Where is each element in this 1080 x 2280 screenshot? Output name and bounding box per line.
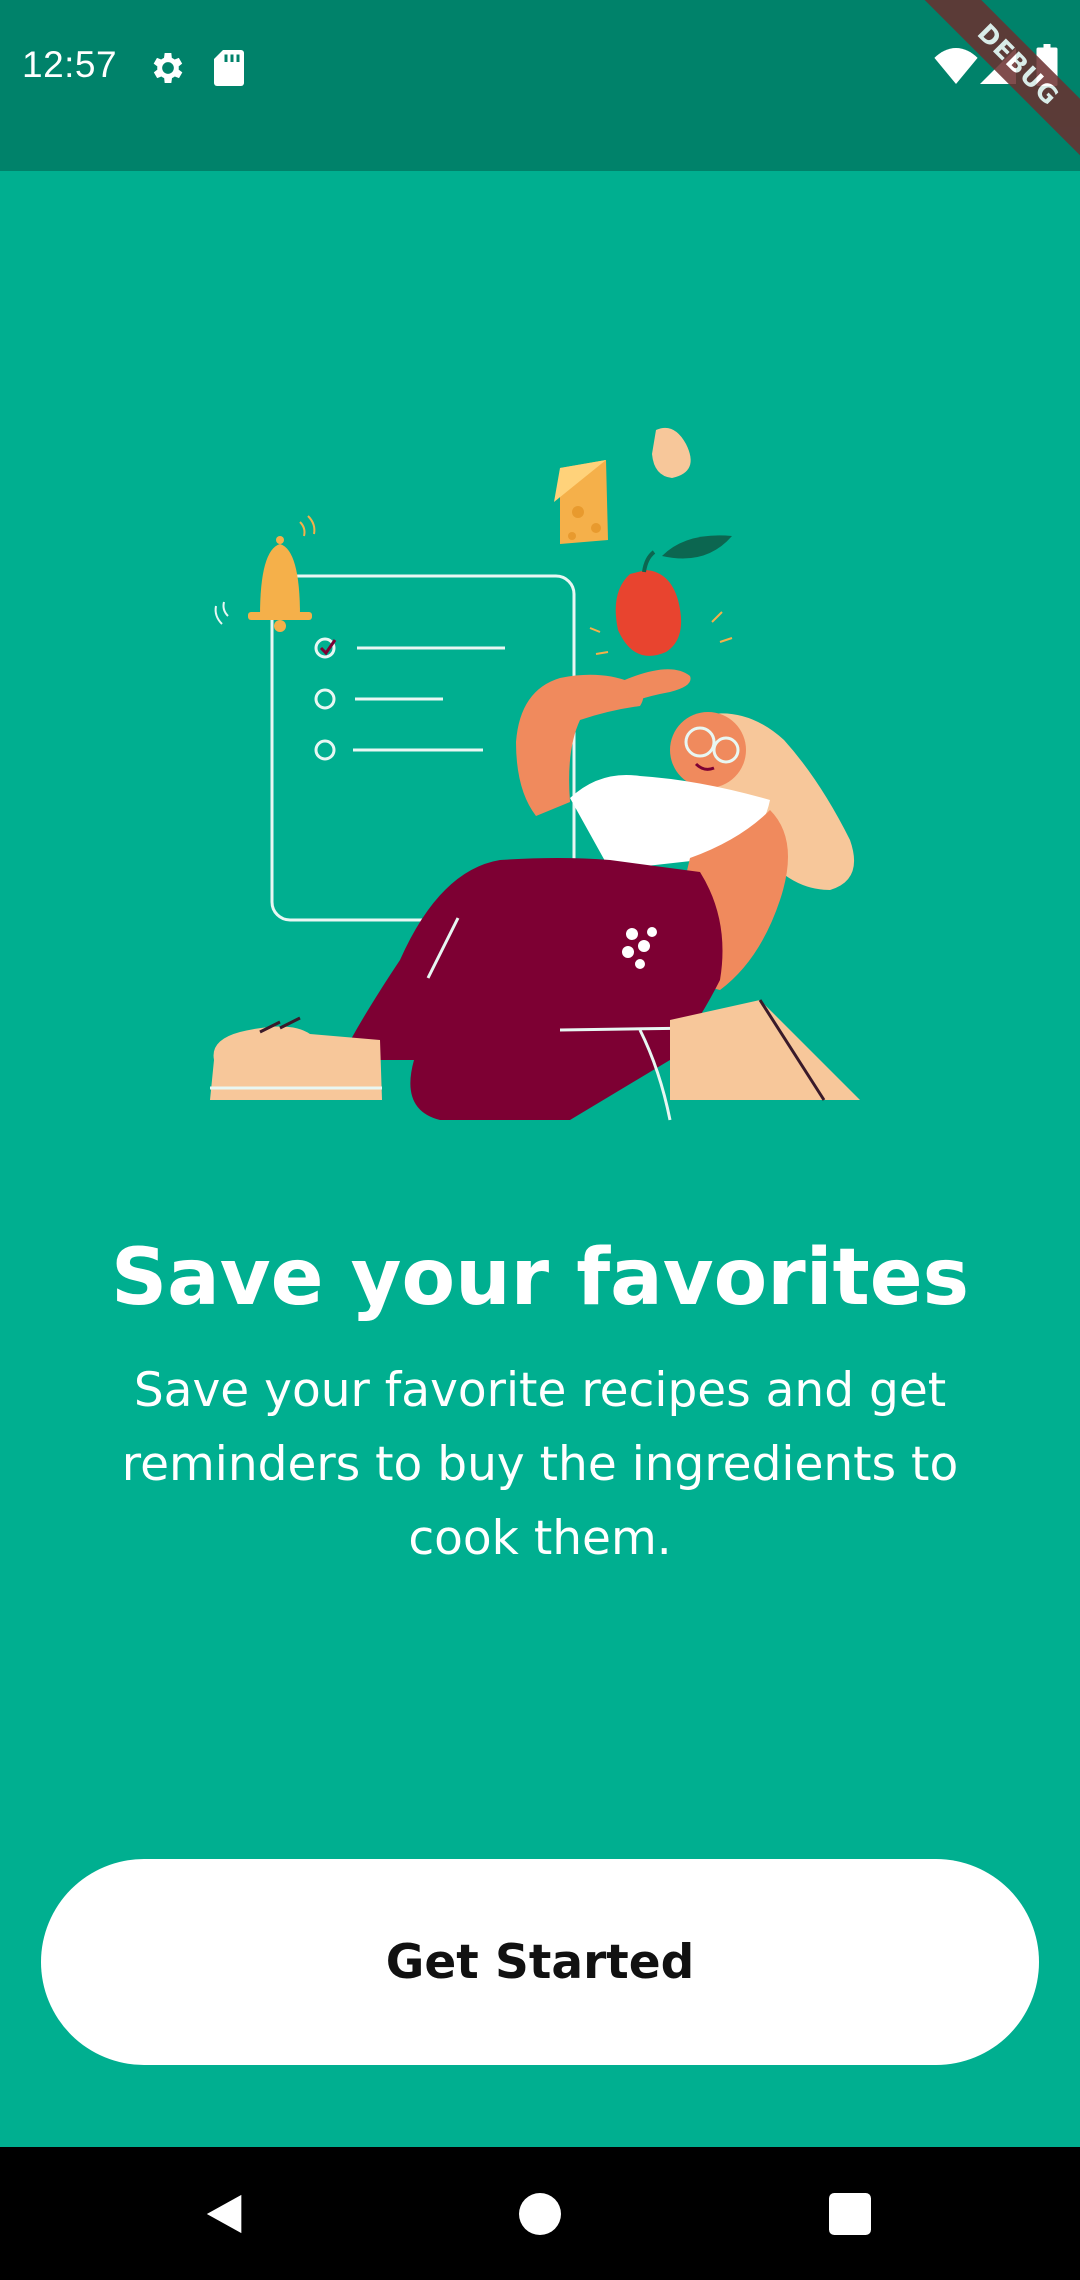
home-button[interactable] [470, 2147, 610, 2280]
system-nav-bar [0, 2147, 1080, 2280]
home-icon [519, 2192, 561, 2235]
get-started-button[interactable]: Get Started [41, 1859, 1039, 2065]
get-started-label: Get Started [385, 1934, 695, 1990]
back-icon [206, 2194, 242, 2233]
onboarding-illustration [200, 420, 880, 1130]
status-time: 12:57 [22, 44, 118, 85]
leaf-icon [662, 535, 732, 559]
potato-icon [652, 427, 691, 478]
status-bar: 12:57 DEBUG [0, 0, 1080, 171]
woman-figure [210, 669, 860, 1121]
debug-banner: DEBUG [910, 0, 1080, 170]
sd-card-icon [214, 50, 244, 90]
recents-icon [829, 2192, 871, 2235]
debug-label: DEBUG [911, 0, 1080, 170]
page-description: Save your favorite recipes and get remin… [121, 1363, 959, 1566]
bell-icon [214, 515, 316, 632]
page-title: Save your favorites [110, 1233, 970, 1323]
back-button[interactable] [156, 2147, 296, 2280]
gear-icon [148, 48, 188, 92]
pepper-icon [589, 550, 733, 656]
cheese-icon [554, 460, 608, 544]
recents-button[interactable] [780, 2147, 920, 2280]
